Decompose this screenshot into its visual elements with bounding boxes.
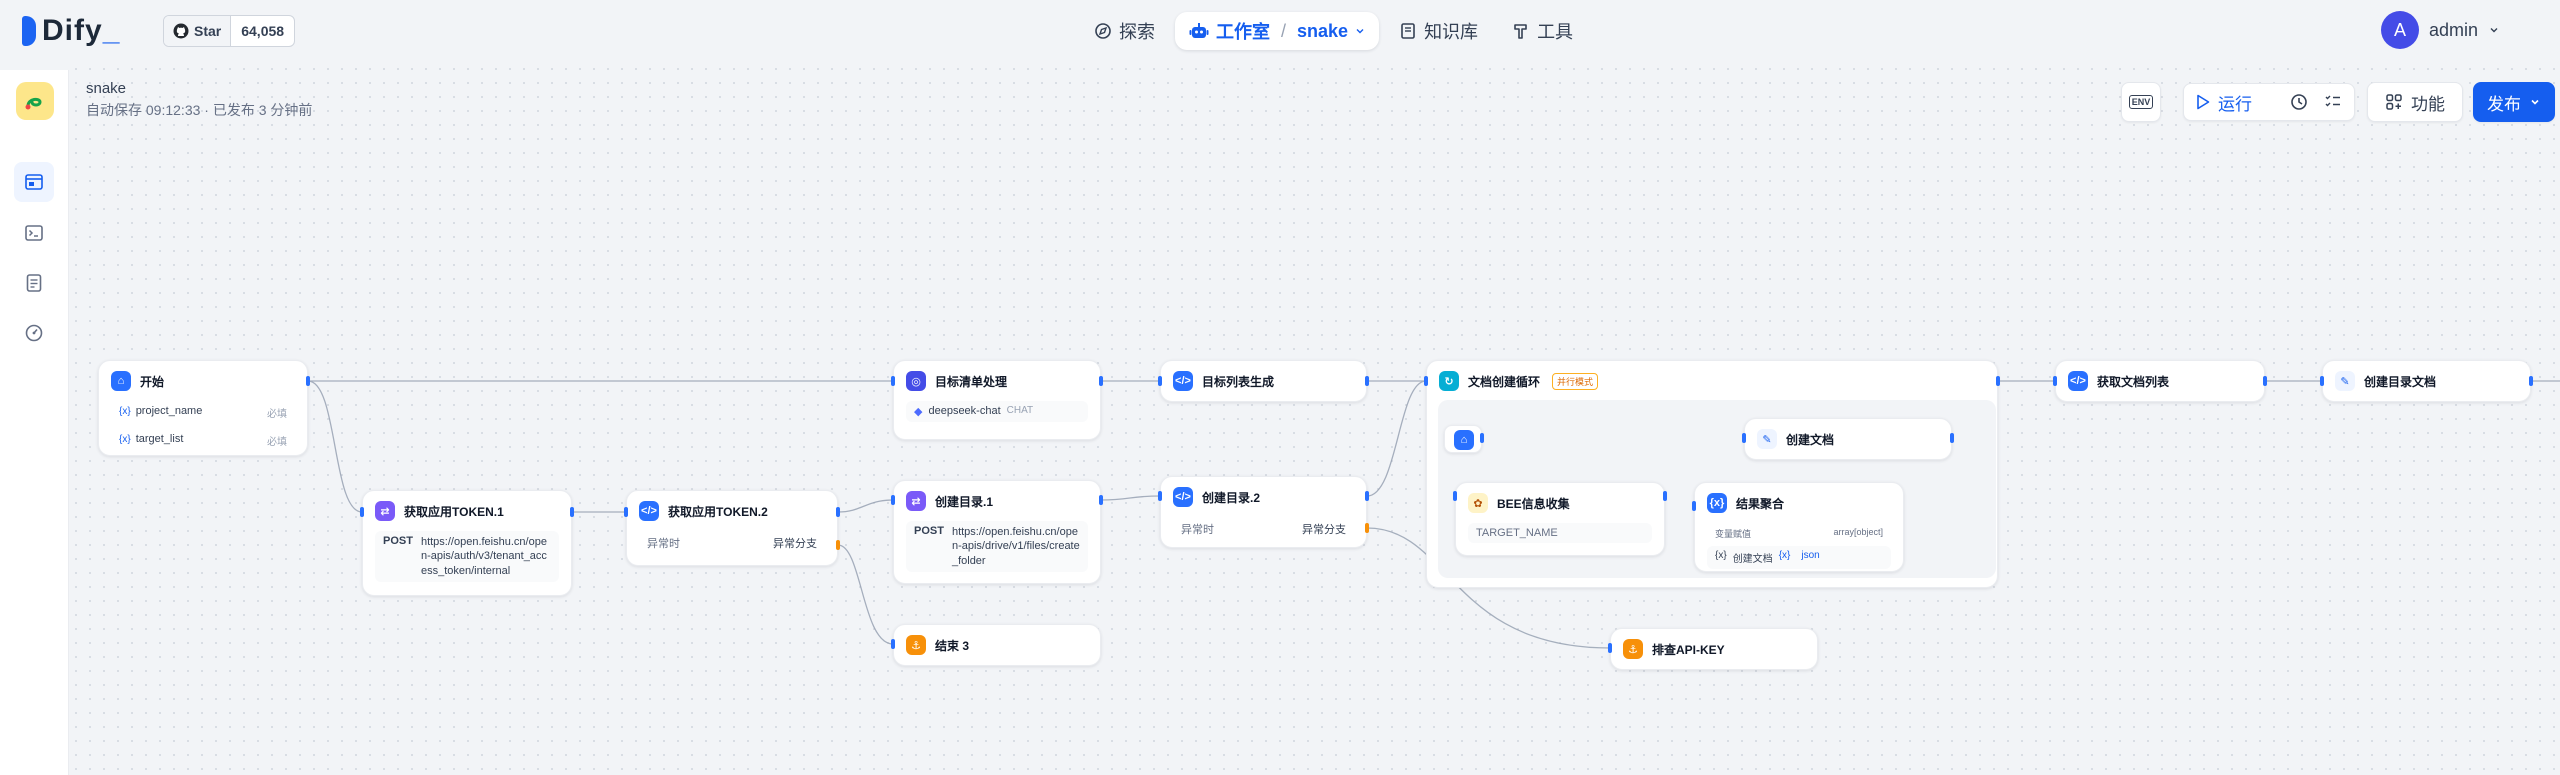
whale-icon: ◆ (914, 406, 923, 418)
node-handle[interactable] (624, 507, 628, 517)
node-handle[interactable] (1099, 376, 1103, 386)
node-handle[interactable] (1099, 495, 1103, 505)
node-handle[interactable] (891, 639, 895, 649)
node-start[interactable]: ⌂ 开始 {x} project_name 必填 {x} target_list 必填 (98, 360, 308, 456)
loop-icon: ↻ (1439, 371, 1459, 391)
start-var: {x} project_name 必填 (119, 405, 287, 420)
node-token-2-title: 获取应用TOKEN.2 (668, 504, 768, 519)
node-handle[interactable] (1453, 491, 1457, 501)
node-token-2[interactable]: </> 获取应用TOKEN.2 异常时 异常分支 (626, 490, 838, 566)
node-aggregate-title: 结果聚合 (1736, 496, 1785, 511)
node-handle[interactable] (2529, 376, 2533, 386)
node-mkdir-1[interactable]: ⇄ 创建目录.1 POST https://open.feishu.cn/open-… (893, 480, 1101, 584)
node-handle[interactable] (2320, 376, 2324, 386)
home-icon: ⌂ (111, 371, 131, 391)
edge (837, 499, 894, 513)
node-handle[interactable] (1365, 376, 1369, 386)
http-icon: ⇄ (375, 501, 395, 521)
node-token-1-url: https://open.feishu.cn/open-apis/auth/v3… (420, 536, 547, 577)
node-handle[interactable] (1692, 501, 1696, 511)
node-handle[interactable] (1950, 433, 1954, 443)
http-icon: ⇄ (906, 491, 926, 511)
node-aggregate[interactable]: {x} 结果聚合 变量赋值 array[object] {x} 创建文档 {x} json (1694, 482, 1904, 572)
edge (1366, 380, 1427, 497)
node-handle[interactable] (1742, 433, 1746, 443)
home-icon: ⌂ (1454, 430, 1474, 450)
node-target-process[interactable]: ◎ 目标清单处理 ◆ deepseek-chat CHAT (893, 360, 1101, 440)
edge (307, 380, 363, 513)
node-handle[interactable] (1663, 491, 1667, 501)
error-handle[interactable] (1365, 523, 1369, 533)
node-make-index-title: 创建目录文档 (2364, 374, 2437, 389)
node-create-doc-title: 创建文档 (1786, 432, 1835, 447)
node-handle[interactable] (891, 376, 895, 386)
code-icon: </> (1173, 487, 1193, 507)
node-handle[interactable] (306, 376, 310, 386)
node-apikey-title: 排查API-KEY (1652, 642, 1725, 657)
node-handle[interactable] (1996, 376, 2000, 386)
bee-icon: ✿ (1468, 493, 1488, 513)
node-handle[interactable] (2263, 376, 2267, 386)
doc-edit-icon: ✎ (1757, 429, 1777, 449)
node-handle[interactable] (1365, 491, 1369, 501)
node-target-generate[interactable]: </> 目标列表生成 (1160, 360, 1367, 402)
node-mkdir-1-title: 创建目录.1 (935, 494, 994, 509)
doc-edit-icon: ✎ (2335, 371, 2355, 391)
node-handle[interactable] (891, 495, 895, 505)
node-token-1[interactable]: ⇄ 获取应用TOKEN.1 POST https://open.feishu.cn/… (362, 490, 572, 596)
node-start-title: 开始 (140, 374, 165, 389)
end-icon: ⚓ (906, 635, 926, 655)
node-end-3[interactable]: ⚓ 结束 3 (893, 624, 1101, 666)
end-icon: ⚓ (1623, 639, 1643, 659)
code-icon: </> (1173, 371, 1193, 391)
start-var: {x} target_list 必填 (119, 433, 287, 448)
node-list-docs-title: 获取文档列表 (2097, 374, 2170, 389)
node-mkdir-1-url: https://open.feishu.cn/open-apis/drive/v… (951, 526, 1080, 567)
node-handle[interactable] (1424, 376, 1428, 386)
node-bee-collect-title: BEE信息收集 (1497, 496, 1570, 511)
node-handle[interactable] (1608, 643, 1612, 653)
node-mkdir-2[interactable]: </> 创建目录.2 异常时 异常分支 (1160, 476, 1367, 548)
node-make-index[interactable]: ✎ 创建目录文档 (2322, 360, 2531, 402)
node-handle[interactable] (360, 507, 364, 517)
node-target-generate-title: 目标列表生成 (1202, 374, 1275, 389)
code-icon: </> (2068, 371, 2088, 391)
error-handle[interactable] (836, 540, 840, 550)
code-icon: </> (639, 501, 659, 521)
node-list-docs[interactable]: </> 获取文档列表 (2055, 360, 2265, 402)
node-handle[interactable] (1158, 376, 1162, 386)
node-mkdir-2-title: 创建目录.2 (1202, 490, 1261, 505)
node-loop-title: 文档创建循环 (1468, 374, 1541, 389)
variable-icon: {x} (1707, 493, 1727, 513)
node-handle[interactable] (836, 507, 840, 517)
node-end-3-title: 结束 3 (935, 638, 970, 653)
node-bee-collect[interactable]: ✿ BEE信息收集 TARGET_NAME (1455, 482, 1665, 556)
llm-icon: ◎ (906, 371, 926, 391)
node-target-process-title: 目标清单处理 (935, 374, 1008, 389)
node-token-1-title: 获取应用TOKEN.1 (404, 504, 504, 519)
parallel-badge: 并行模式 (1552, 372, 1599, 390)
node-handle[interactable] (570, 507, 574, 517)
node-loop-start[interactable]: ⌂ (1444, 425, 1482, 453)
edge (1100, 495, 1161, 501)
edge (837, 544, 894, 645)
node-handle[interactable] (1480, 433, 1484, 443)
node-handle[interactable] (2053, 376, 2057, 386)
node-handle[interactable] (1158, 491, 1162, 501)
node-create-doc[interactable]: ✎ 创建文档 (1744, 418, 1952, 460)
node-apikey[interactable]: ⚓ 排查API-KEY (1610, 628, 1818, 670)
